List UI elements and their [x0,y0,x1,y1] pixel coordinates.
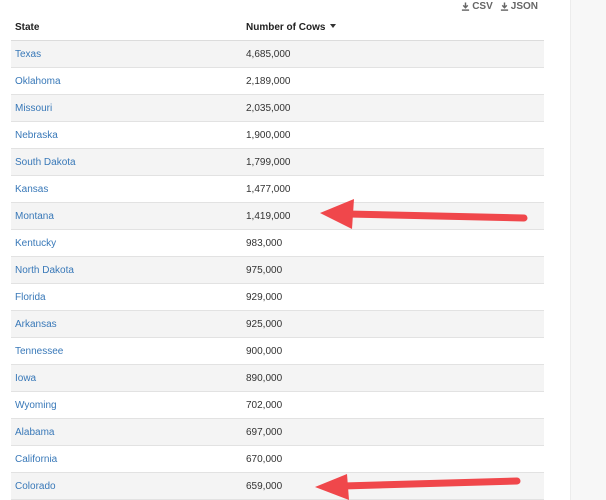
table-row: Iowa 890,000 [11,364,544,392]
state-link[interactable]: Iowa [15,373,36,384]
state-cell: Nebraska [11,121,242,149]
table-row: California 670,000 [11,445,544,473]
state-link[interactable]: Florida [15,292,46,303]
table-row: Arkansas 925,000 [11,310,544,338]
state-link[interactable]: Tennessee [15,346,63,357]
cow-count-cell: 659,000 [242,472,544,500]
state-link[interactable]: Colorado [15,481,56,492]
table-row: Kentucky 983,000 [11,229,544,257]
state-cell: Alabama [11,418,242,446]
table-header-row: State Number of Cows [11,14,544,41]
table-row: North Dakota 975,000 [11,256,544,284]
table-row: Colorado 659,000 [11,472,544,500]
cow-count-cell: 975,000 [242,256,544,284]
state-cell: South Dakota [11,148,242,176]
download-icon [462,2,470,11]
table-row: Montana 1,419,000 [11,202,544,230]
state-cell: Colorado [11,472,242,500]
cow-count-cell: 1,419,000 [242,202,544,230]
cow-count-cell: 1,477,000 [242,175,544,203]
state-cell: Missouri [11,94,242,122]
cow-count-cell: 900,000 [242,337,544,365]
state-link[interactable]: Kansas [15,184,48,195]
state-link[interactable]: Nebraska [15,130,58,141]
download-icon [500,2,508,11]
table-row: Kansas 1,477,000 [11,175,544,203]
state-link[interactable]: North Dakota [15,265,74,276]
state-link[interactable]: Oklahoma [15,76,61,87]
cows-column-header[interactable]: Number of Cows [242,14,544,41]
table-row: Missouri 2,035,000 [11,94,544,122]
state-cell: Texas [11,40,242,68]
table-row: Nebraska 1,900,000 [11,121,544,149]
table-row: Texas 4,685,000 [11,40,544,68]
csv-download-link[interactable]: CSV [461,1,493,12]
right-sidebar-strip [570,0,606,500]
cows-by-state-table: State Number of Cows Texas 4,685,000 Oklah… [11,14,544,500]
cow-count-cell: 2,035,000 [242,94,544,122]
cow-count-cell: 670,000 [242,445,544,473]
state-link[interactable]: Wyoming [15,400,57,411]
table-row: Alabama 697,000 [11,418,544,446]
json-label: JSON [510,1,538,12]
cow-count-cell: 702,000 [242,391,544,419]
state-link[interactable]: California [15,454,57,465]
cow-count-cell: 697,000 [242,418,544,446]
state-cell: Oklahoma [11,67,242,95]
cows-column-label: Number of Cows [246,21,326,33]
table-row: Florida 929,000 [11,283,544,311]
state-link[interactable]: Texas [15,49,41,60]
state-cell: Arkansas [11,310,242,338]
table-row: Tennessee 900,000 [11,337,544,365]
sort-desc-icon [330,23,337,28]
state-link[interactable]: Arkansas [15,319,57,330]
cow-count-cell: 983,000 [242,229,544,257]
state-cell: Florida [11,283,242,311]
table-row: Oklahoma 2,189,000 [11,67,544,95]
state-cell: Kansas [11,175,242,203]
csv-label: CSV [472,1,493,12]
cow-count-cell: 1,900,000 [242,121,544,149]
cow-count-cell: 929,000 [242,283,544,311]
json-download-link[interactable]: JSON [500,1,538,12]
export-links: CSV JSON [461,1,538,12]
state-link[interactable]: Missouri [15,103,52,114]
state-cell: Wyoming [11,391,242,419]
state-link[interactable]: Alabama [15,427,54,438]
cow-count-cell: 1,799,000 [242,148,544,176]
state-cell: North Dakota [11,256,242,284]
cow-count-cell: 4,685,000 [242,40,544,68]
cow-count-cell: 2,189,000 [242,67,544,95]
state-link[interactable]: Montana [15,211,54,222]
state-link[interactable]: South Dakota [15,157,76,168]
table-row: Wyoming 702,000 [11,391,544,419]
table-row: South Dakota 1,799,000 [11,148,544,176]
state-cell: Iowa [11,364,242,392]
state-cell: Montana [11,202,242,230]
cow-count-cell: 890,000 [242,364,544,392]
state-cell: California [11,445,242,473]
state-cell: Tennessee [11,337,242,365]
state-column-header[interactable]: State [11,14,242,41]
state-link[interactable]: Kentucky [15,238,56,249]
cow-count-cell: 925,000 [242,310,544,338]
state-cell: Kentucky [11,229,242,257]
